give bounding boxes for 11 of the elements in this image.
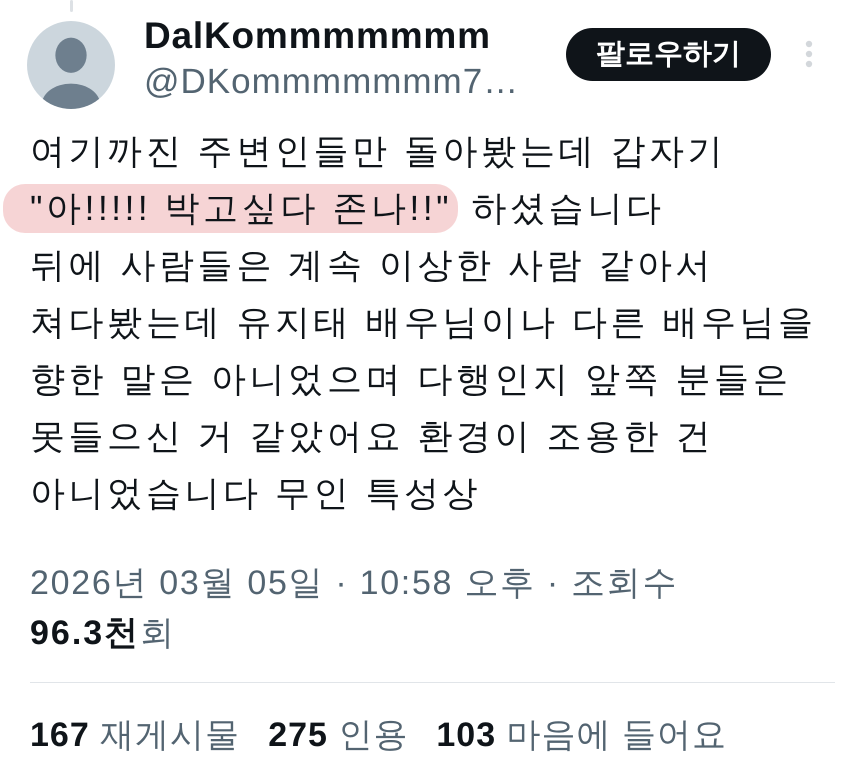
engagement-stat[interactable]: 167 재게시물 (30, 709, 240, 761)
user-handle[interactable]: @DKommmmmmm7… (144, 63, 520, 101)
display-name[interactable]: DalKommmmmmm (144, 16, 491, 56)
tweet-text: 여기까진 주변인들만 돌아봤는데 갑자기 "아!!!!! 박고싶다 존나!!" 하셨습니다 뒤에 사람들은 계속 이상한 사람 같아서 쳐다봤는데 유지태 배우님이나 다른 배우님을 향한 말은 아니었으며 다행인지 앞쪽 분들은 못들으신 거 같았어요 환경이 조용한 건 아니었습니다 무인 특성상 (3, 123, 850, 522)
timestamp[interactable]: 2026년 03월 05일 · 10:58 오후 · 조회수 (30, 558, 835, 608)
avatar-icon[interactable] (27, 21, 115, 109)
thread-line (70, 0, 72, 12)
engagement-stat[interactable]: 103 마음에 들어요 (436, 709, 728, 761)
follow-button[interactable]: 팔로우하기 (566, 28, 771, 81)
view-count: 96.3천회 (30, 613, 176, 654)
engagement-stat[interactable]: 275 인용 (268, 709, 408, 761)
